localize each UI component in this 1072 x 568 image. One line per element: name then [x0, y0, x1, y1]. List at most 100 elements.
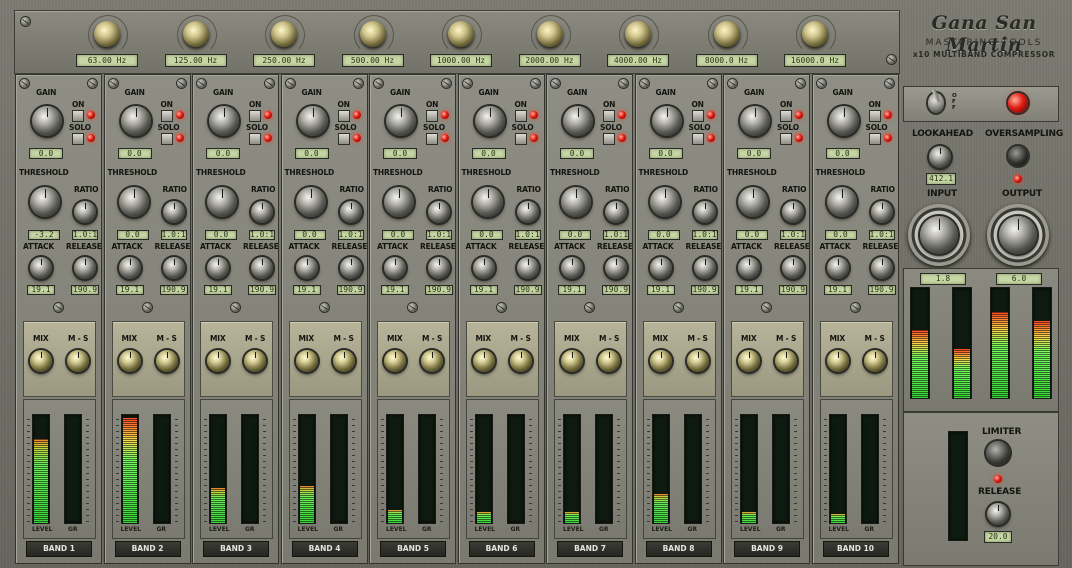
crossover-frequency-knob[interactable] — [176, 15, 217, 55]
ratio-knob[interactable] — [162, 201, 185, 223]
attack-knob[interactable] — [561, 257, 583, 279]
band-solo-button[interactable] — [603, 133, 615, 145]
ms-knob[interactable] — [332, 350, 355, 372]
attack-knob[interactable] — [30, 257, 52, 279]
attack-knob[interactable] — [649, 257, 672, 279]
mix-knob[interactable] — [738, 350, 760, 372]
release-knob[interactable] — [782, 257, 804, 279]
gain-knob[interactable] — [474, 106, 505, 136]
gain-knob[interactable] — [563, 106, 593, 136]
band-solo-button[interactable] — [160, 133, 173, 145]
attack-knob[interactable] — [295, 257, 318, 279]
band-solo-button[interactable] — [868, 133, 881, 145]
release-knob[interactable] — [339, 257, 362, 279]
crossover-frequency-knob[interactable] — [707, 15, 748, 55]
threshold-knob[interactable] — [207, 187, 237, 217]
ms-knob[interactable] — [598, 350, 620, 372]
attack-knob[interactable] — [738, 257, 760, 279]
ratio-knob[interactable] — [605, 201, 627, 223]
band-solo-button[interactable] — [337, 133, 350, 145]
gain-knob[interactable] — [209, 106, 239, 136]
limiter-release-knob[interactable] — [987, 503, 1009, 525]
band-on-button[interactable] — [514, 110, 527, 122]
gain-knob[interactable] — [120, 106, 151, 136]
crossover-frequency-knob[interactable] — [88, 15, 128, 55]
ms-knob[interactable] — [686, 350, 709, 372]
band-solo-button[interactable] — [249, 133, 261, 145]
ratio-knob[interactable] — [251, 201, 273, 223]
ratio-knob[interactable] — [74, 201, 96, 223]
mix-knob[interactable] — [384, 350, 406, 372]
mix-knob[interactable] — [207, 350, 229, 372]
band-on-button[interactable] — [160, 110, 173, 122]
lookahead-knob[interactable] — [929, 146, 951, 168]
threshold-knob[interactable] — [738, 187, 768, 217]
mix-knob[interactable] — [30, 350, 52, 372]
mix-knob[interactable] — [472, 350, 495, 372]
band-on-button[interactable] — [426, 110, 438, 122]
limiter-knob[interactable] — [986, 441, 1010, 465]
band-solo-button[interactable] — [72, 133, 84, 145]
release-knob[interactable] — [74, 257, 96, 279]
band-on-button[interactable] — [691, 110, 704, 122]
attack-knob[interactable] — [118, 257, 141, 279]
ratio-knob[interactable] — [428, 201, 450, 223]
ms-knob[interactable] — [421, 350, 443, 372]
release-knob[interactable] — [693, 257, 716, 279]
crossover-frequency-knob[interactable] — [530, 15, 571, 55]
output-knob[interactable] — [999, 216, 1037, 254]
band-solo-button[interactable] — [691, 133, 704, 145]
release-knob[interactable] — [516, 257, 539, 279]
ms-knob[interactable] — [244, 350, 266, 372]
release-knob[interactable] — [162, 257, 185, 279]
band-on-button[interactable] — [72, 110, 84, 122]
band-on-button[interactable] — [868, 110, 881, 122]
band-solo-button[interactable] — [426, 133, 438, 145]
gain-knob[interactable] — [386, 106, 416, 136]
power-toggle-switch[interactable] — [928, 88, 944, 113]
threshold-knob[interactable] — [118, 187, 149, 217]
input-knob[interactable] — [920, 216, 958, 254]
ratio-knob[interactable] — [339, 201, 362, 223]
attack-knob[interactable] — [826, 257, 849, 279]
band-on-button[interactable] — [780, 110, 792, 122]
threshold-knob[interactable] — [384, 187, 414, 217]
ratio-knob[interactable] — [782, 201, 804, 223]
release-knob[interactable] — [428, 257, 450, 279]
gain-knob[interactable] — [32, 106, 62, 136]
ms-knob[interactable] — [67, 350, 89, 372]
release-knob[interactable] — [870, 257, 893, 279]
threshold-knob[interactable] — [295, 187, 326, 217]
threshold-knob[interactable] — [649, 187, 680, 217]
gain-knob[interactable] — [828, 106, 859, 136]
gain-knob[interactable] — [740, 106, 770, 136]
attack-knob[interactable] — [207, 257, 229, 279]
release-knob[interactable] — [251, 257, 273, 279]
ms-knob[interactable] — [155, 350, 178, 372]
ms-knob[interactable] — [863, 350, 886, 372]
threshold-knob[interactable] — [472, 187, 503, 217]
mix-knob[interactable] — [649, 350, 672, 372]
band-on-button[interactable] — [337, 110, 350, 122]
threshold-knob[interactable] — [561, 187, 591, 217]
ratio-knob[interactable] — [870, 201, 893, 223]
mix-knob[interactable] — [295, 350, 318, 372]
mix-knob[interactable] — [561, 350, 583, 372]
ratio-knob[interactable] — [516, 201, 539, 223]
ratio-knob[interactable] — [693, 201, 716, 223]
crossover-frequency-knob[interactable] — [353, 15, 394, 55]
attack-knob[interactable] — [384, 257, 406, 279]
band-solo-button[interactable] — [514, 133, 527, 145]
crossover-frequency-knob[interactable] — [796, 15, 836, 55]
band-on-button[interactable] — [249, 110, 261, 122]
attack-knob[interactable] — [472, 257, 495, 279]
threshold-knob[interactable] — [30, 187, 60, 217]
band-solo-button[interactable] — [780, 133, 792, 145]
band-on-button[interactable] — [603, 110, 615, 122]
gain-knob[interactable] — [297, 106, 328, 136]
mix-knob[interactable] — [826, 350, 849, 372]
threshold-knob[interactable] — [826, 187, 857, 217]
release-knob[interactable] — [605, 257, 627, 279]
mix-knob[interactable] — [118, 350, 141, 372]
ms-knob[interactable] — [509, 350, 532, 372]
